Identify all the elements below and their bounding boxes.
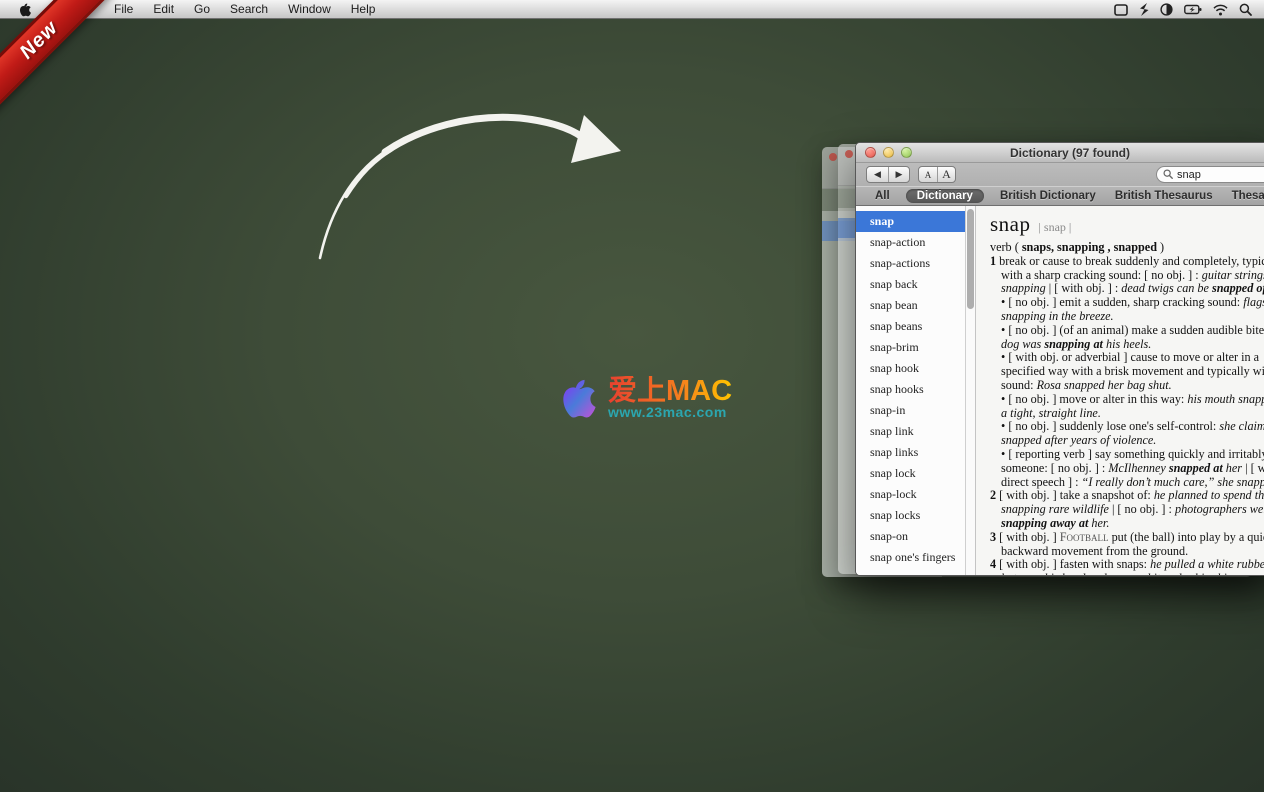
- zoom-button[interactable]: [901, 147, 912, 158]
- forward-button[interactable]: ▶: [888, 167, 909, 182]
- dictionary-tabs: All Dictionary British Dictionary British T…: [856, 186, 1264, 206]
- list-item[interactable]: snap back: [856, 274, 965, 295]
- list-item[interactable]: snap hooks: [856, 379, 965, 400]
- font-larger-button[interactable]: A: [937, 167, 955, 182]
- definition-line: 1 break or cause to break suddenly and c…: [990, 255, 1264, 269]
- search-field[interactable]: [1156, 166, 1264, 183]
- tab-british-thesaurus[interactable]: British Thesaurus: [1112, 189, 1216, 203]
- watermark-url: www.23mac.com: [608, 404, 732, 420]
- tab-dictionary[interactable]: Dictionary: [906, 189, 984, 203]
- definition-line: • [ no obj. ] emit a sudden, sharp crack…: [990, 296, 1264, 310]
- definition-line: 2 [ with obj. ] take a snapshot of: he p…: [990, 489, 1264, 503]
- font-size-buttons: A A: [918, 166, 956, 183]
- definition-line: • [ no obj. ] suddenly lose one's self-c…: [990, 420, 1264, 434]
- watermark-title: 爱上MAC: [608, 376, 732, 406]
- tab-british-dictionary[interactable]: British Dictionary: [997, 189, 1099, 203]
- sidebar-scrollbar[interactable]: [966, 206, 976, 575]
- list-item[interactable]: snap-action: [856, 232, 965, 253]
- list-item[interactable]: snap lock: [856, 463, 965, 484]
- definition-line: • [ no obj. ] move or alter in this way:…: [990, 393, 1264, 407]
- definition-line: snapped after years of violence.: [990, 434, 1264, 448]
- list-item[interactable]: snap locks: [856, 505, 965, 526]
- ghost-close-icon: [845, 150, 853, 158]
- menu-edit[interactable]: Edit: [143, 0, 184, 19]
- definition-pane: snap | snap | verb ( snaps, snapping , s…: [976, 206, 1264, 575]
- close-button[interactable]: [865, 147, 876, 158]
- definition-line: • [ with obj. or adverbial ] cause to mo…: [990, 351, 1264, 365]
- definition-line: snapping | [ with obj. ] : dead twigs ca…: [990, 282, 1264, 296]
- window-toolbar: ◀ ▶ A A: [856, 163, 1264, 186]
- definition-line: snapping in the breeze.: [990, 310, 1264, 324]
- tab-all[interactable]: All: [872, 189, 893, 203]
- window-title: Dictionary (97 found): [1010, 146, 1130, 160]
- dictionary-window: Dictionary (97 found) ◀ ▶ A A All Diction…: [855, 142, 1264, 576]
- list-item[interactable]: snap-actions: [856, 253, 965, 274]
- definition-line: backward movement from the ground.: [990, 545, 1264, 559]
- watermark-apple-icon: [558, 376, 598, 422]
- search-icon: [1163, 166, 1173, 184]
- menu-help[interactable]: Help: [341, 0, 386, 19]
- search-input[interactable]: [1177, 169, 1264, 181]
- window-mode-icon[interactable]: [1114, 4, 1128, 16]
- definition-line: direct speech ] : “I really don’t much c…: [990, 476, 1264, 490]
- list-item[interactable]: snap one's fingers: [856, 547, 965, 568]
- wifi-icon[interactable]: [1213, 4, 1228, 16]
- definition-line: verb ( snaps, snapping , snapped ): [990, 241, 1264, 255]
- definition-line: dog was snapping at his heels.: [990, 338, 1264, 352]
- font-smaller-button[interactable]: A: [919, 167, 937, 182]
- menu-search[interactable]: Search: [220, 0, 278, 19]
- ghost-close-icon: [829, 153, 837, 161]
- list-item[interactable]: snap-brim: [856, 337, 965, 358]
- tab-thesaurus[interactable]: Thesaurus: [1229, 189, 1264, 203]
- list-item[interactable]: snap-in: [856, 400, 965, 421]
- list-item[interactable]: snap: [856, 211, 965, 232]
- definition-line: with a sharp cracking sound: [ no obj. ]…: [990, 269, 1264, 283]
- bolt-icon[interactable]: [1139, 3, 1149, 16]
- definition-line: hat over his head and snapped it under h…: [990, 572, 1264, 575]
- battery-icon[interactable]: [1184, 4, 1202, 15]
- definition-line: 4 [ with obj. ] fasten with snaps: he pu…: [990, 558, 1264, 572]
- definition-line: specified way with a brisk movement and …: [990, 365, 1264, 379]
- definition-line: sound: Rosa snapped her bag shut.: [990, 379, 1264, 393]
- definition-line: • [ reporting verb ] say something quick…: [990, 448, 1264, 462]
- watermark: 爱上MAC www.23mac.com: [558, 376, 732, 422]
- menu-file[interactable]: File: [104, 0, 143, 19]
- definition-line: snapping away at her.: [990, 517, 1264, 531]
- contrast-icon[interactable]: [1160, 3, 1173, 16]
- menu-status-icons: [1114, 0, 1252, 19]
- menu-bar: FileEditGoSearchWindowHelp: [0, 0, 1264, 19]
- definition-line: • [ no obj. ] (of an animal) make a sudd…: [990, 324, 1264, 338]
- scrollbar-thumb[interactable]: [967, 209, 974, 309]
- list-item[interactable]: snap bean: [856, 295, 965, 316]
- back-button[interactable]: ◀: [867, 167, 888, 182]
- minimize-button[interactable]: [883, 147, 894, 158]
- spotlight-search-icon[interactable]: [1239, 3, 1252, 16]
- list-item[interactable]: snap-lock: [856, 484, 965, 505]
- nav-buttons: ◀ ▶: [866, 166, 910, 183]
- menu-items: FileEditGoSearchWindowHelp: [104, 0, 385, 19]
- menu-go[interactable]: Go: [184, 0, 220, 19]
- definition-line: 3 [ with obj. ] Football put (the ball) …: [990, 531, 1264, 545]
- definition-text: verb ( snaps, snapping , snapped )1 brea…: [990, 241, 1264, 575]
- list-item[interactable]: snap link: [856, 421, 965, 442]
- list-item[interactable]: snap hook: [856, 358, 965, 379]
- arrow-annotation: [0, 0, 700, 320]
- definition-line: a tight, straight line.: [990, 407, 1264, 421]
- headword: snap: [990, 212, 1031, 237]
- list-item[interactable]: snap-on: [856, 526, 965, 547]
- definition-line: someone: [ no obj. ] : McIlhenney snappe…: [990, 462, 1264, 476]
- pronunciation: | snap |: [1039, 220, 1072, 235]
- menu-window[interactable]: Window: [278, 0, 341, 19]
- definition-line: snapping rare wildlife | [ no obj. ] : p…: [990, 503, 1264, 517]
- window-content: snapsnap-actionsnap-actionssnap backsnap…: [856, 206, 1264, 575]
- results-sidebar: snapsnap-actionsnap-actionssnap backsnap…: [856, 206, 966, 575]
- window-titlebar[interactable]: Dictionary (97 found): [856, 143, 1264, 163]
- list-item[interactable]: snap beans: [856, 316, 965, 337]
- apple-menu-icon[interactable]: [18, 3, 32, 17]
- list-item[interactable]: snap links: [856, 442, 965, 463]
